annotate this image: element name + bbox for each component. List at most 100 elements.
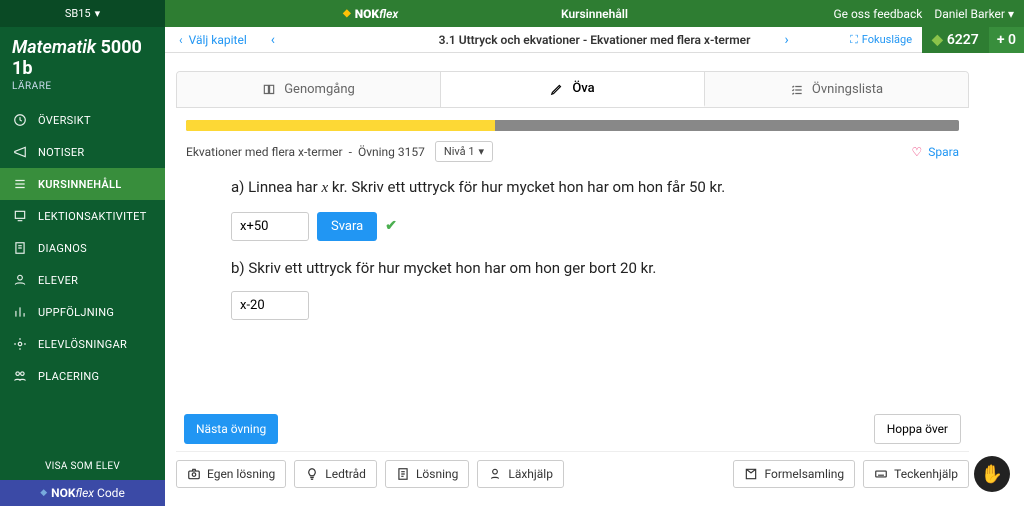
- tab-ovningslista[interactable]: Övningslista: [705, 72, 968, 107]
- prev-chapter[interactable]: ‹: [261, 32, 285, 48]
- formulas-button[interactable]: Formelsamling: [733, 460, 855, 488]
- list-icon: [12, 176, 28, 192]
- sidebar-item-label: KURSINNEHÅLL: [38, 178, 122, 191]
- save-exercise[interactable]: ♡ Spara: [911, 145, 959, 159]
- dashboard-icon: [12, 112, 28, 128]
- own-solution-button[interactable]: Egen lösning: [176, 460, 286, 488]
- page-title: Kursinnehåll: [561, 7, 628, 21]
- megaphone-icon: [12, 144, 28, 160]
- user-icon: [12, 272, 28, 288]
- lightbulb-icon: [305, 467, 319, 481]
- book-icon: [262, 83, 276, 97]
- sidebar-item-label: UPPFÖLJNING: [38, 306, 114, 319]
- diagnos-icon: [12, 240, 28, 256]
- sidebar-item-notiser[interactable]: NOTISER: [0, 136, 165, 168]
- sidebar-item-placering[interactable]: PLACERING: [0, 360, 165, 392]
- question-part-b: b) Skriv ett uttryck för hur mycket hon …: [231, 257, 731, 321]
- expand-icon: ⛶: [850, 33, 858, 47]
- activity-icon: [12, 208, 28, 224]
- sidebar-item-label: NOTISER: [38, 146, 85, 159]
- answer-a-submit[interactable]: Svara: [317, 212, 377, 241]
- sidebar-item-label: ELEVLÖSNINGAR: [38, 338, 127, 351]
- points-delta: + 0: [989, 27, 1024, 53]
- sidebar-item-label: ÖVERSIKT: [38, 114, 91, 127]
- sidebar-item-label: ELEVER: [38, 274, 78, 287]
- solution-button[interactable]: Lösning: [385, 460, 469, 488]
- nokflex-code-link[interactable]: ◆ NOKflex Code: [0, 480, 165, 506]
- breadcrumb-topic: Ekvationer med flera x-termer: [186, 145, 343, 159]
- hint-button[interactable]: Ledtråd: [294, 460, 377, 488]
- sidebar-header: Matematik 5000 1b LÄRARE: [0, 27, 165, 102]
- hand-fab[interactable]: ✋: [974, 456, 1010, 492]
- hand-icon: ✋: [981, 464, 1003, 485]
- question-part-a: a) Linnea har x kr. Skriv ett uttryck fö…: [231, 176, 731, 241]
- tab-genomgang[interactable]: Genomgång: [177, 72, 441, 107]
- progress-bar: [176, 120, 969, 131]
- sidebar-item-elever[interactable]: ELEVER: [0, 264, 165, 296]
- sidebar: SB15 ▾ Matematik 5000 1b LÄRARE ÖVERSIKT…: [0, 0, 165, 506]
- role-label: LÄRARE: [12, 81, 153, 92]
- feedback-link[interactable]: Ge oss feedback: [833, 7, 922, 21]
- check-icon: ✔: [385, 216, 397, 237]
- chapter-title: 3.1 Uttryck och ekvationer - Ekvationer …: [439, 33, 751, 47]
- sidebar-item-label: DIAGNOS: [38, 242, 87, 255]
- pencil-icon: [550, 82, 564, 96]
- topbar: ◆ NOKflex Kursinnehåll Ge oss feedback D…: [165, 0, 1024, 27]
- sidebar-item-label: PLACERING: [38, 370, 99, 383]
- char-help-button[interactable]: Teckenhjälp: [863, 460, 969, 488]
- heart-icon: ♡: [911, 145, 922, 159]
- diamond-icon: ◆: [343, 8, 351, 19]
- note-icon: [396, 467, 410, 481]
- exercise-header: Ekvationer med flera x-termer - Övning 3…: [176, 131, 969, 162]
- sidebar-item-oversikt[interactable]: ÖVERSIKT: [0, 104, 165, 136]
- checklist-icon: [790, 83, 804, 97]
- sidebar-item-elevlosningar[interactable]: ELEVLÖSNINGAR: [0, 328, 165, 360]
- bottom-row: Nästa övning Hoppa över: [176, 414, 969, 444]
- answer-a-input[interactable]: [231, 212, 309, 241]
- skip-button[interactable]: Hoppa över: [874, 414, 961, 444]
- caret-down-icon: ▾: [95, 7, 101, 20]
- chevron-left-icon: ‹: [179, 33, 183, 47]
- breadcrumb-exercise: Övning 3157: [358, 145, 425, 159]
- answer-b-input[interactable]: [231, 291, 309, 320]
- next-chapter[interactable]: ›: [775, 32, 799, 48]
- diamond-icon: ◆: [932, 32, 943, 48]
- course-selector-label: SB15: [65, 7, 91, 20]
- sidebar-item-label: LEKTIONSAKTIVITET: [38, 210, 147, 223]
- tab-ova[interactable]: Öva: [441, 72, 705, 107]
- main: ‹Välj kapitel ‹ 3.1 Uttryck och ekvation…: [165, 27, 1024, 506]
- diamond-icon: ◆: [40, 488, 47, 498]
- bar-icon: [12, 304, 28, 320]
- keyboard-icon: [874, 467, 888, 481]
- course-selector[interactable]: SB15 ▾: [0, 0, 165, 27]
- chapter-bar: ‹Välj kapitel ‹ 3.1 Uttryck och ekvation…: [165, 27, 1024, 53]
- question-b-text: b) Skriv ett uttryck för hur mycket hon …: [231, 257, 731, 280]
- help-icon: [488, 467, 502, 481]
- solutions-icon: [12, 336, 28, 352]
- caret-down-icon: ▾: [1008, 7, 1014, 21]
- next-exercise-button[interactable]: Nästa övning: [184, 414, 278, 444]
- book-icon: [744, 467, 758, 481]
- question-body: a) Linnea har x kr. Skriv ett uttryck fö…: [176, 162, 969, 320]
- chapter-back[interactable]: ‹Välj kapitel: [165, 33, 261, 47]
- focus-mode[interactable]: ⛶Fokusläge: [840, 33, 922, 47]
- camera-icon: [187, 467, 201, 481]
- level-selector[interactable]: Nivå 1▾: [435, 141, 493, 162]
- points-badge: ◆6227: [922, 27, 989, 53]
- user-menu[interactable]: Daniel Barker ▾: [934, 7, 1014, 21]
- seat-icon: [12, 368, 28, 384]
- tabs: Genomgång Öva Övningslista: [176, 71, 969, 108]
- nav-list: ÖVERSIKT NOTISER KURSINNEHÅLL LEKTIONSAK…: [0, 104, 165, 392]
- sidebar-item-lektionsaktivitet[interactable]: LEKTIONSAKTIVITET: [0, 200, 165, 232]
- sidebar-item-diagnos[interactable]: DIAGNOS: [0, 232, 165, 264]
- brand[interactable]: ◆ NOKflex: [343, 7, 398, 21]
- view-as-student[interactable]: VISA SOM ELEV: [0, 453, 165, 480]
- tool-row: Egen lösning Ledtråd Lösning Läxhjälp Fo…: [176, 451, 969, 488]
- course-title: Matematik 5000 1b: [12, 37, 153, 79]
- caret-down-icon: ▾: [479, 145, 485, 158]
- sidebar-item-uppfoljning[interactable]: UPPFÖLJNING: [0, 296, 165, 328]
- question-a-text: a) Linnea har x kr. Skriv ett uttryck fö…: [231, 176, 731, 200]
- homework-help-button[interactable]: Läxhjälp: [477, 460, 564, 488]
- progress-fill: [186, 120, 495, 131]
- sidebar-item-kursinnehall[interactable]: KURSINNEHÅLL: [0, 168, 165, 200]
